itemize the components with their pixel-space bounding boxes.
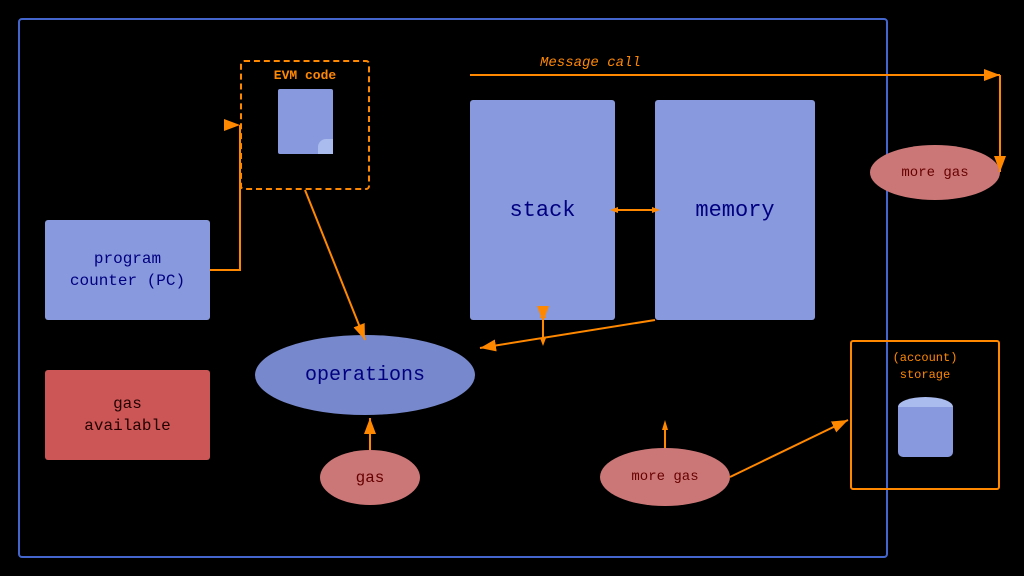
program-counter-box: programcounter (PC)	[45, 220, 210, 320]
account-storage-label: (account)storage	[893, 350, 958, 384]
diagram-container: EVM code programcounter (PC) gasavailabl…	[0, 0, 1024, 576]
gas-available-text: gasavailable	[84, 393, 170, 438]
operations-text: operations	[305, 364, 425, 387]
more-gas-text-top: more gas	[901, 165, 968, 181]
stack-box: stack	[470, 100, 615, 320]
evm-code-box: EVM code	[240, 60, 370, 190]
operations-ellipse: operations	[255, 335, 475, 415]
more-gas-ellipse-top: more gas	[870, 145, 1000, 200]
document-icon	[278, 89, 333, 154]
memory-box: memory	[655, 100, 815, 320]
gas-ellipse: gas	[320, 450, 420, 505]
more-gas-text-bottom: more gas	[631, 469, 698, 485]
message-call-label: Message call	[540, 55, 641, 71]
gas-text: gas	[356, 469, 385, 487]
database-icon	[898, 392, 953, 457]
account-storage-box: (account)storage	[850, 340, 1000, 490]
more-gas-ellipse-bottom: more gas	[600, 448, 730, 506]
gas-available-box: gasavailable	[45, 370, 210, 460]
program-counter-text: programcounter (PC)	[70, 248, 185, 293]
evm-code-label: EVM code	[274, 68, 336, 83]
stack-text: stack	[509, 198, 575, 223]
memory-text: memory	[695, 198, 774, 223]
